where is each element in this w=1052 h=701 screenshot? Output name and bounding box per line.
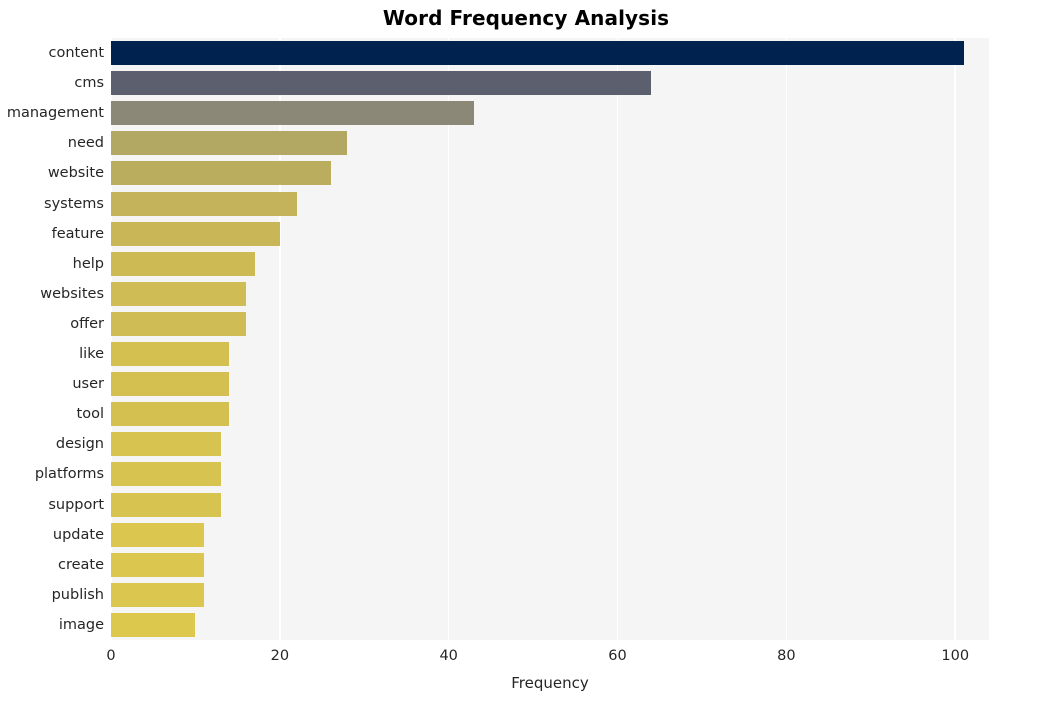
- x-tick-label-20: 20: [270, 648, 290, 664]
- y-tick-label-website: website: [47, 165, 104, 182]
- x-axis-tick-labels: 0 20 40 60 80 100: [106, 648, 989, 670]
- y-tick-label-create: create: [57, 556, 104, 573]
- bar-like: [111, 342, 230, 367]
- chart-figure: Word Frequency Analysis content cms manage…: [0, 0, 1052, 701]
- y-tick-label-image: image: [58, 616, 104, 633]
- y-tick-label-websites: websites: [40, 285, 104, 302]
- y-tick-label-support: support: [48, 496, 104, 513]
- bar-content: [111, 41, 964, 66]
- bar-row: [111, 342, 989, 367]
- y-tick-label-cms: cms: [74, 74, 104, 91]
- bar-row: [111, 552, 989, 577]
- bar-row: [111, 131, 989, 156]
- bar-design: [111, 432, 221, 457]
- bar-row: [111, 311, 989, 336]
- bar-row: [111, 101, 989, 126]
- bar-offer: [111, 311, 247, 336]
- bar-row: [111, 402, 989, 427]
- y-tick-label-feature: feature: [51, 225, 104, 242]
- bar-feature: [111, 221, 280, 246]
- y-tick-label-help: help: [72, 255, 104, 272]
- bar-tool: [111, 402, 230, 427]
- bar-row: [111, 522, 989, 547]
- bar-need: [111, 131, 348, 156]
- bar-row: [111, 281, 989, 306]
- bar-website: [111, 161, 331, 186]
- x-tick-label-80: 80: [777, 648, 796, 664]
- bar-support: [111, 492, 221, 517]
- bar-websites: [111, 281, 247, 306]
- y-tick-label-design: design: [55, 436, 104, 453]
- bar-platforms: [111, 462, 221, 487]
- chart-title: Word Frequency Analysis: [382, 6, 670, 30]
- bar-row: [111, 492, 989, 517]
- y-tick-label-offer: offer: [70, 315, 104, 332]
- y-tick-label-like: like: [79, 345, 104, 362]
- bar-row: [111, 251, 989, 276]
- bar-cms: [111, 71, 652, 96]
- bar-user: [111, 372, 230, 397]
- y-tick-label-systems: systems: [44, 195, 104, 212]
- bar-help: [111, 251, 255, 276]
- bar-row: [111, 41, 989, 66]
- bar-update: [111, 522, 204, 547]
- x-axis-label: Frequency: [511, 674, 589, 692]
- bar-series: [111, 38, 989, 640]
- y-axis-tick-labels: content cms management need website systems fe…: [0, 38, 104, 640]
- y-tick-label-platforms: platforms: [34, 466, 104, 483]
- x-tick-label-100: 100: [941, 648, 970, 664]
- bar-publish: [111, 582, 204, 607]
- y-tick-label-management: management: [6, 105, 104, 121]
- bar-row: [111, 71, 989, 96]
- bar-row: [111, 462, 989, 487]
- bar-systems: [111, 191, 297, 216]
- x-tick-label-40: 40: [439, 648, 458, 664]
- x-tick-label-60: 60: [608, 648, 627, 664]
- bar-image: [111, 612, 196, 637]
- bar-row: [111, 432, 989, 457]
- bar-row: [111, 612, 989, 637]
- y-tick-label-publish: publish: [51, 586, 104, 603]
- y-tick-label-update: update: [52, 526, 104, 543]
- bar-row: [111, 372, 989, 397]
- y-tick-label-content: content: [48, 44, 104, 61]
- y-tick-label-tool: tool: [76, 406, 104, 422]
- bar-row: [111, 582, 989, 607]
- bar-management: [111, 101, 475, 126]
- bar-row: [111, 191, 989, 216]
- y-tick-label-need: need: [67, 135, 104, 152]
- bar-create: [111, 552, 204, 577]
- x-tick-label-0: 0: [106, 648, 116, 664]
- y-tick-label-user: user: [72, 375, 104, 392]
- bar-row: [111, 161, 989, 186]
- bar-row: [111, 221, 989, 246]
- plot-area: [110, 38, 989, 640]
